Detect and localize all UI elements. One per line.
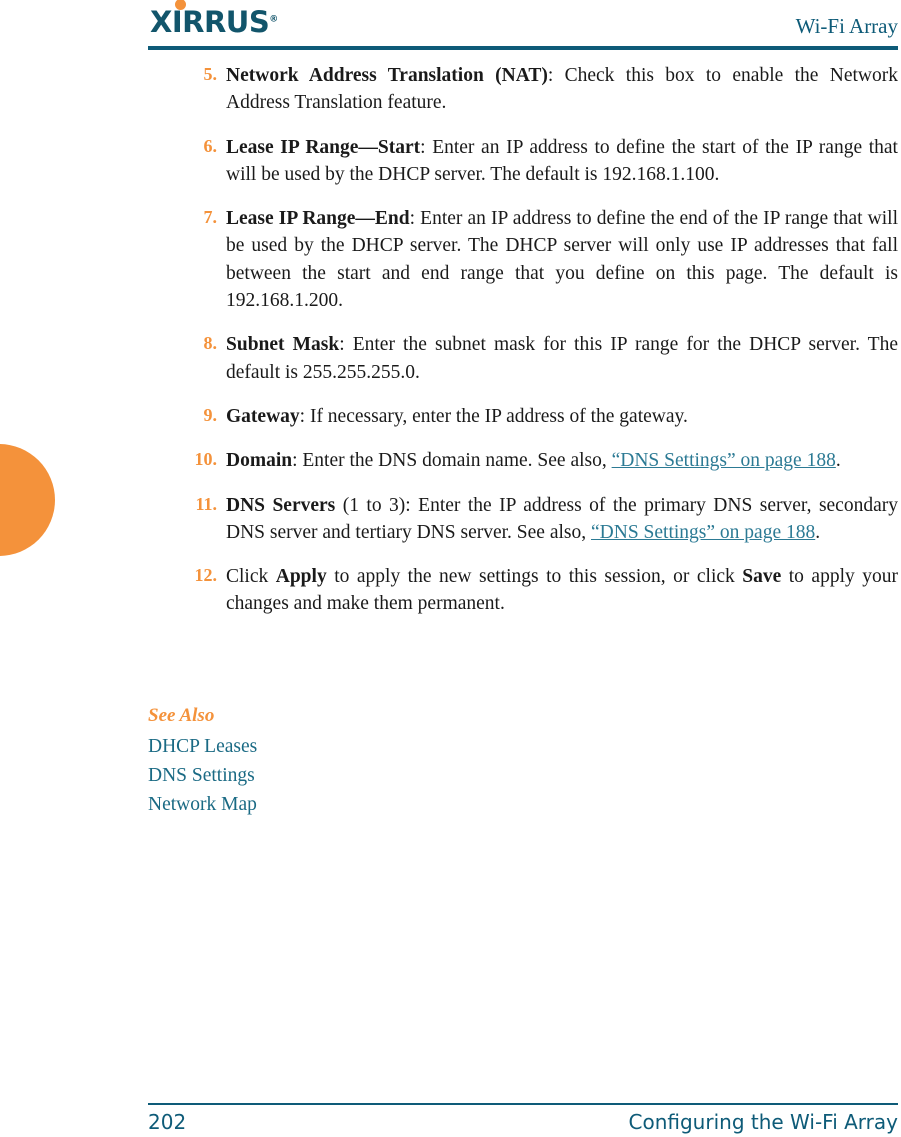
procedure-list: 5. Network Address Translation (NAT): Ch… bbox=[148, 62, 899, 635]
list-item-body-pre: Click bbox=[226, 566, 276, 588]
list-item-body-after: . bbox=[815, 521, 821, 543]
header-rule bbox=[148, 46, 898, 50]
xirrus-logo: XIRRUS® bbox=[150, 0, 278, 39]
list-item-term: DNS Servers bbox=[226, 494, 336, 516]
document-page: XIRRUS® Wi-Fi Array 5. Network Address T… bbox=[0, 0, 901, 1137]
list-item-number: 9. bbox=[203, 404, 218, 425]
list-item-body-after: . bbox=[835, 450, 841, 472]
list-item-number: 6. bbox=[203, 135, 218, 156]
list-item-number: 8. bbox=[203, 333, 218, 354]
see-also-link[interactable]: DHCP Leases bbox=[148, 732, 898, 761]
footer-rule bbox=[148, 1103, 898, 1105]
list-item-term: Lease IP Range—Start bbox=[226, 136, 421, 158]
see-also-heading: See Also bbox=[148, 705, 215, 726]
list-item-term: Gateway bbox=[226, 405, 300, 427]
page-header: XIRRUS® Wi-Fi Array bbox=[148, 0, 898, 52]
list-item-term: Domain bbox=[226, 450, 293, 472]
registered-trademark-icon: ® bbox=[269, 14, 278, 25]
logo-wordmark: XIRRUS bbox=[150, 5, 270, 39]
list-item: 8. Subnet Mask: Enter the subnet mask fo… bbox=[148, 331, 899, 386]
list-item-term-secondary: Save bbox=[742, 566, 782, 588]
list-item-body: : Enter the DNS domain name. See also, bbox=[292, 450, 612, 472]
list-item: 12. Click Apply to apply the new setting… bbox=[148, 563, 899, 618]
list-item-term: Network Address Translation (NAT) bbox=[226, 65, 548, 86]
list-item: 10. Domain: Enter the DNS domain name. S… bbox=[148, 447, 898, 474]
list-item-term: Apply bbox=[275, 566, 327, 588]
list-item: 5. Network Address Translation (NAT): Ch… bbox=[148, 62, 899, 117]
list-item-body: : If necessary, enter the IP address of … bbox=[299, 405, 688, 427]
list-item-body-mid: to apply the new settings to this sessio… bbox=[326, 566, 743, 588]
see-also-link[interactable]: DNS Settings bbox=[148, 761, 898, 790]
list-item-term: Subnet Mask bbox=[226, 334, 340, 356]
list-item-number: 7. bbox=[203, 207, 218, 228]
header-title: Wi-Fi Array bbox=[795, 14, 898, 38]
footer-chapter-title: Configuring the Wi-Fi Array bbox=[628, 1110, 898, 1134]
list-item-number: 5. bbox=[203, 64, 218, 84]
list-item: 6. Lease IP Range—Start: Enter an IP add… bbox=[148, 134, 898, 189]
list-item-term: Lease IP Range—End bbox=[226, 208, 410, 230]
list-item-number: 12. bbox=[194, 565, 218, 586]
list-item-number: 11. bbox=[195, 493, 217, 514]
list-item-number: 10. bbox=[194, 449, 218, 470]
list-item: 9. Gateway: If necessary, enter the IP a… bbox=[148, 403, 898, 430]
cross-reference-link[interactable]: “DNS Settings” on page 188 bbox=[591, 522, 815, 543]
page-footer: 202 Configuring the Wi-Fi Array bbox=[148, 1108, 898, 1137]
see-also-link[interactable]: Network Map bbox=[148, 790, 898, 819]
see-also-section: See Also DHCP Leases DNS Settings Networ… bbox=[148, 705, 898, 819]
list-item: 11. DNS Servers (1 to 3): Enter the IP a… bbox=[148, 492, 898, 547]
page-number: 202 bbox=[148, 1110, 187, 1134]
cross-reference-link[interactable]: “DNS Settings” on page 188 bbox=[612, 450, 836, 471]
list-item: 7. Lease IP Range—End: Enter an IP addre… bbox=[148, 205, 899, 314]
chapter-thumb-tab bbox=[0, 444, 55, 556]
